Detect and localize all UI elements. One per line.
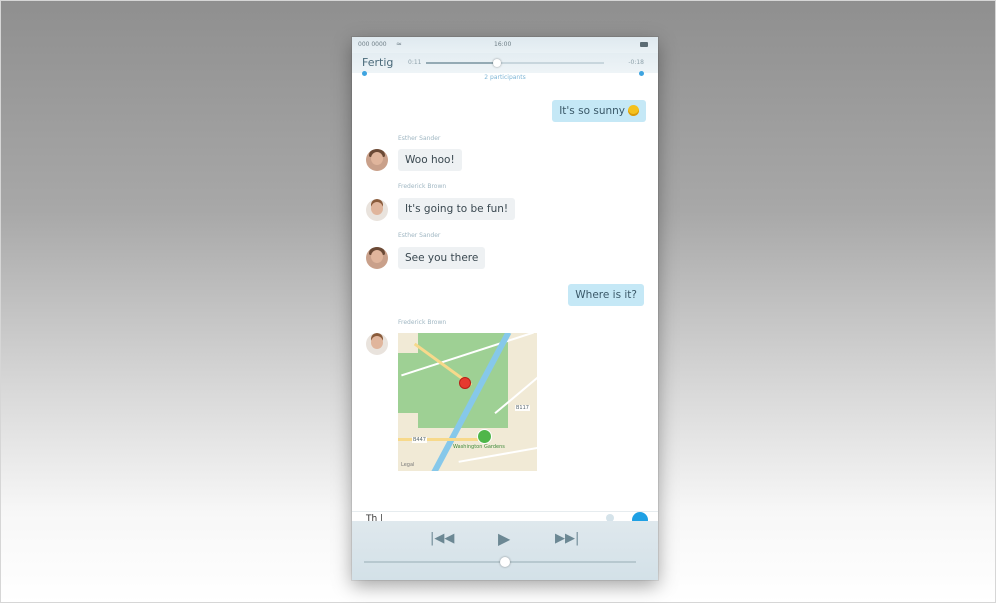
next-track-button[interactable]: ▶▶| [555, 531, 579, 546]
smiling-face-icon [628, 105, 639, 116]
volume-thumb[interactable] [500, 557, 511, 567]
road-label: B117 [515, 405, 530, 411]
carrier-label: 000 0000 [358, 41, 387, 48]
volume-slider[interactable] [364, 557, 636, 567]
outgoing-message[interactable]: Where is it? [568, 284, 644, 306]
road-label: B447 [412, 437, 427, 443]
wifi-icon: ≈ [396, 40, 402, 48]
elapsed-time: 0:11 [408, 59, 422, 66]
map-attribution[interactable]: Legal [401, 462, 414, 468]
status-bar: 000 0000 ≈ 16:00 [352, 37, 658, 53]
park-poi-icon [477, 429, 492, 444]
man-avatar[interactable] [366, 333, 388, 355]
sender-name: Esther Sander [398, 135, 441, 142]
phone-screen: 000 0000 ≈ 16:00 Fertig 0:11 -0:18 2 par… [352, 37, 658, 580]
previous-track-button[interactable]: |◀◀ [430, 531, 454, 546]
poi-label: Washington Gardens [453, 444, 505, 450]
remaining-time: -0:18 [628, 59, 644, 66]
now-playing-bar: Fertig 0:11 -0:18 [352, 53, 658, 73]
battery-icon [640, 42, 648, 47]
participants-label: 2 participants [484, 74, 526, 81]
sender-name: Esther Sander [398, 232, 441, 239]
scrubber-progress [426, 62, 498, 64]
scrubber[interactable] [426, 59, 604, 67]
map-park [398, 353, 438, 413]
location-map[interactable]: Washington Gardens B117 B447 Legal [398, 333, 537, 471]
scrubber-thumb[interactable] [493, 59, 502, 67]
man-avatar[interactable] [366, 199, 388, 221]
play-button[interactable]: ▶ [498, 529, 510, 548]
sender-name: Frederick Brown [398, 319, 447, 326]
incoming-message[interactable]: Woo hoo! [398, 149, 462, 171]
incoming-message[interactable]: It's going to be fun! [398, 198, 516, 220]
incoming-message[interactable]: See you there [398, 247, 486, 269]
woman-avatar[interactable] [366, 149, 388, 171]
call-icon[interactable] [639, 71, 644, 76]
map-road [398, 438, 478, 441]
chat-header: 2 participants [352, 71, 658, 85]
sender-name: Frederick Brown [398, 183, 447, 190]
woman-avatar[interactable] [366, 247, 388, 269]
clock: 16:00 [494, 41, 512, 48]
done-button[interactable]: Fertig [362, 56, 393, 69]
outgoing-message[interactable]: It's so sunny [552, 100, 646, 122]
location-pin-icon[interactable] [459, 377, 471, 389]
media-controls: |◀◀ ▶ ▶▶| [352, 521, 658, 580]
message-text: It's so sunny [559, 105, 625, 117]
